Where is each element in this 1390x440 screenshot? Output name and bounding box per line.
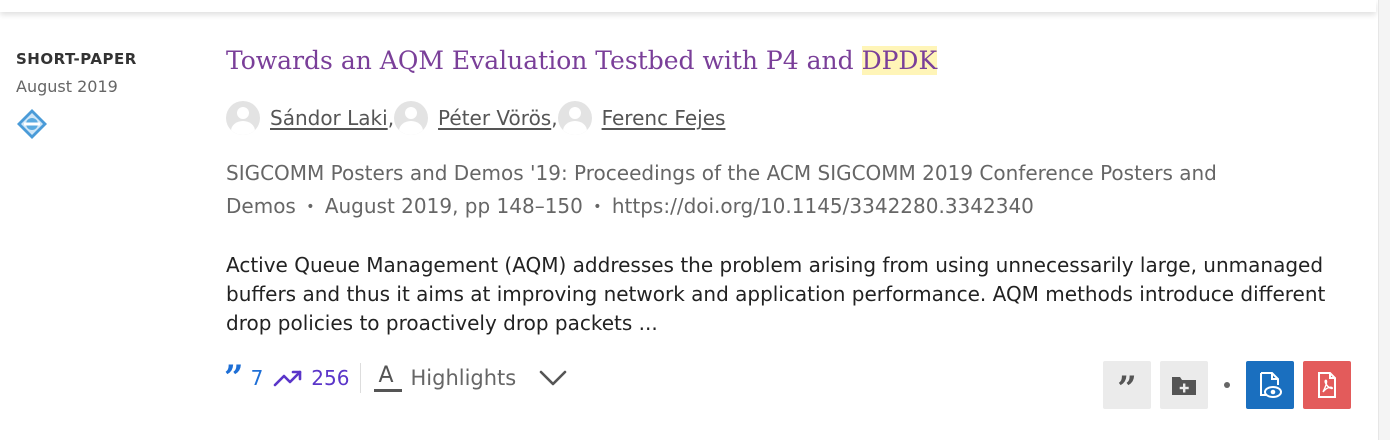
venue-details: SIGCOMM Posters and Demos '19: Proceedin…	[226, 157, 1266, 224]
item-actions: ”	[1103, 361, 1351, 409]
metrics-bar: ” 7 256 A Highlights	[224, 358, 568, 398]
venue-title-line2[interactable]: Demos	[226, 194, 296, 218]
cite-button[interactable]: ”	[1103, 361, 1151, 409]
title-text[interactable]: Towards an AQM Evaluation Testbed with P…	[226, 46, 862, 75]
avatar	[226, 101, 260, 135]
venue-dot-separator: •	[306, 199, 315, 215]
acm-diamond-icon	[17, 109, 47, 139]
author-name-link[interactable]: Péter Vörös	[438, 106, 551, 130]
doi-link[interactable]: https://doi.org/10.1145/3342280.3342340	[612, 194, 1034, 218]
publication-date: August 2019	[16, 77, 118, 96]
content-type-label: SHORT-PAPER	[16, 50, 137, 68]
scrollbar[interactable]	[1378, 0, 1390, 440]
highlights-button[interactable]: Highlights	[410, 366, 516, 390]
text-highlight-icon[interactable]: A	[372, 363, 403, 393]
view-online-button[interactable]	[1246, 361, 1294, 409]
author-name-link[interactable]: Ferenc Fejes	[602, 106, 726, 130]
add-to-binder-button[interactable]	[1160, 361, 1208, 409]
venue-title-line1[interactable]: SIGCOMM Posters and Demos '19: Proceedin…	[226, 157, 1266, 190]
venue-dot-separator: •	[593, 199, 602, 215]
pdf-download-button[interactable]	[1303, 361, 1351, 409]
trending-up-icon	[273, 370, 302, 387]
author-list: Sándor Laki, Péter Vörös, Ferenc Fejes	[226, 101, 725, 135]
eye-document-icon	[1260, 372, 1282, 398]
quote-icon: ”	[224, 358, 244, 398]
action-separator-dot	[1224, 382, 1230, 388]
author-item[interactable]: Sándor Laki,	[226, 101, 394, 135]
download-count[interactable]: 256	[311, 366, 349, 390]
date-and-pages: August 2019, pp 148–150	[324, 194, 583, 218]
pdf-icon	[1318, 372, 1336, 398]
avatar	[394, 101, 429, 135]
author-item[interactable]: Péter Vörös,	[394, 101, 558, 135]
chevron-down-icon[interactable]	[538, 368, 568, 388]
citation-count[interactable]: 7	[251, 366, 264, 390]
item-meta: SHORT-PAPER August 2019	[16, 50, 196, 144]
title-search-highlight[interactable]: DPDK	[861, 46, 938, 75]
author-item[interactable]: Ferenc Fejes	[557, 101, 726, 135]
header-shadow-bar	[0, 0, 1376, 12]
folder-add-icon	[1172, 377, 1196, 395]
quote-icon: ”	[1117, 369, 1137, 409]
paper-title[interactable]: Towards an AQM Evaluation Testbed with P…	[226, 46, 938, 75]
avatar	[557, 101, 592, 135]
divider	[360, 363, 362, 393]
author-name-link[interactable]: Sándor Laki	[270, 106, 388, 130]
abstract-snippet: Active Queue Management (AQM) addresses …	[226, 253, 1326, 335]
venue-line2: Demos • August 2019, pp 148–150 • https:…	[226, 190, 1266, 224]
